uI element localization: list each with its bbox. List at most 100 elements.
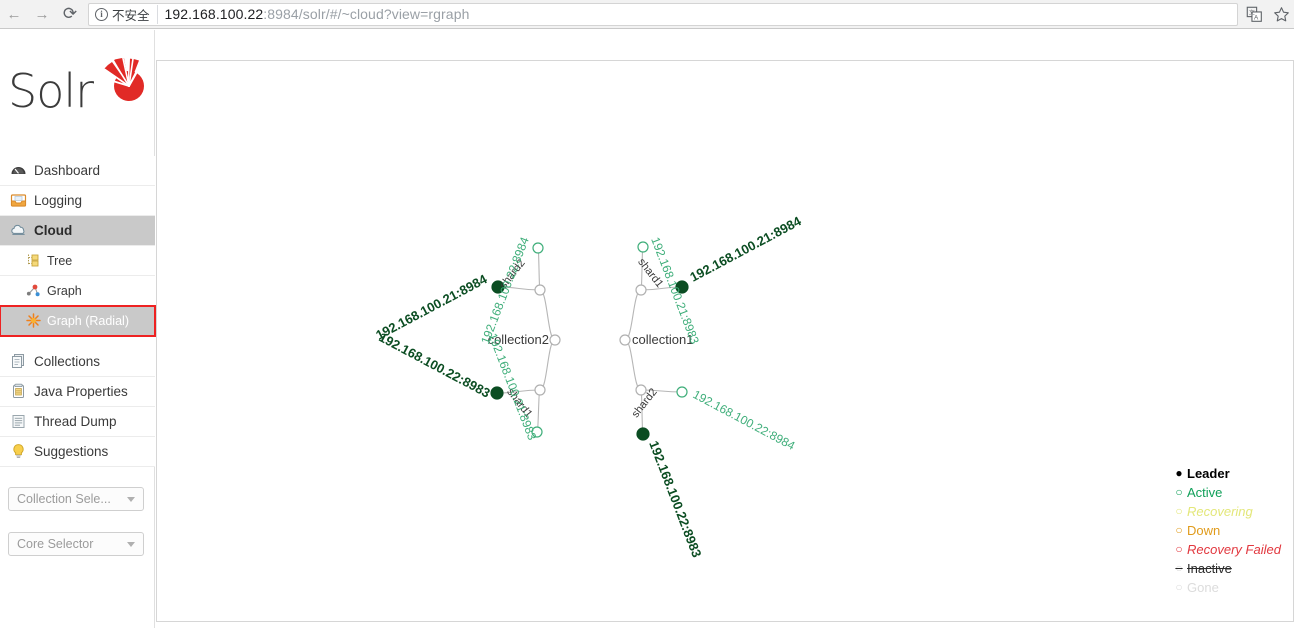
sidebar-item-cloud[interactable]: Cloud — [0, 216, 155, 246]
shard-node[interactable] — [534, 284, 546, 296]
legend-label: Recovery Failed — [1187, 542, 1281, 557]
graph-legend: ● Leader ○ Active ○ Recovering ○ Down ○ Recovery … — [1171, 464, 1293, 597]
thread-dump-icon — [10, 413, 27, 430]
radial-graph[interactable]: collection2shard2192.168.100.22:8984192.… — [157, 61, 1294, 622]
legend-marker-icon: ○ — [1175, 523, 1183, 537]
sidebar-item-tree[interactable]: Tree — [0, 246, 155, 276]
security-label: 不安全 — [112, 8, 150, 23]
shard-node[interactable] — [534, 384, 546, 396]
graph-link — [624, 339, 642, 391]
sidebar-item-label: Graph (Radial) — [47, 313, 129, 328]
reload-button[interactable]: ⟳ — [56, 0, 84, 28]
dashboard-icon — [10, 162, 27, 179]
address-bar[interactable]: i 不安全 192.168.100.22:8984/solr/#/~cloud?… — [88, 2, 1238, 26]
url-host: 192.168.100.22 — [164, 6, 264, 22]
graph-link — [537, 247, 541, 291]
legend-label: Inactive — [1187, 561, 1232, 576]
sidebar-item-label: Java Properties — [34, 384, 128, 399]
browser-toolbar: ← → ⟳ i 不安全 192.168.100.22:8984/solr/#/~… — [0, 0, 1294, 29]
forward-button[interactable]: → — [28, 0, 56, 28]
replica-node[interactable] — [637, 241, 649, 253]
core-selector[interactable]: Core Selector — [8, 532, 144, 556]
sidebar-item-label: Collections — [34, 354, 101, 369]
sidebar-item-label: Thread Dump — [34, 414, 117, 429]
legend-marker-icon: ○ — [1175, 542, 1183, 556]
replica-node[interactable] — [532, 242, 544, 254]
suggestions-icon — [10, 443, 27, 460]
url-path: :8984/solr/#/~cloud?view=rgraph — [263, 6, 470, 22]
tree-icon — [26, 253, 41, 268]
collection-selector-label: Collection Sele... — [17, 492, 111, 506]
replica-label: 192.168.100.22:8983 — [376, 329, 492, 400]
legend-label: Active — [1187, 485, 1223, 500]
graph-radial-icon — [26, 313, 41, 328]
solr-logo[interactable]: Solr — [8, 58, 148, 120]
logging-icon — [10, 192, 27, 209]
collection-node[interactable] — [619, 334, 631, 346]
url-text: 192.168.100.22:8984/solr/#/~cloud?view=r… — [165, 6, 470, 22]
legend-marker-icon: ○ — [1175, 561, 1183, 575]
legend-marker-icon: ○ — [1175, 485, 1183, 499]
graph-labels: collection2shard2192.168.100.22:8984192.… — [373, 213, 804, 559]
collection-node[interactable] — [549, 334, 561, 346]
sidebar-item-suggestions[interactable]: Suggestions — [0, 437, 155, 467]
sidebar-item-label: Suggestions — [34, 444, 109, 459]
sidebar-item-thread-dump[interactable]: Thread Dump — [0, 407, 155, 437]
legend-row: ○ Gone — [1171, 578, 1293, 597]
legend-marker-icon: ○ — [1175, 580, 1183, 594]
collection-selector[interactable]: Collection Sele... — [8, 487, 144, 511]
sidebar-nav: Dashboard Logging Cloud Tree Graph Graph… — [0, 156, 156, 467]
sidebar-item-label: Tree — [47, 253, 73, 268]
solr-wordmark: Solr — [8, 64, 94, 118]
sidebar-item-label: Logging — [34, 193, 83, 208]
legend-label: Recovering — [1187, 504, 1253, 519]
java-properties-icon — [10, 383, 27, 400]
sidebar-item-label: Cloud — [34, 223, 73, 238]
sidebar-item-label: Graph — [47, 283, 82, 298]
legend-label: Down — [1187, 523, 1221, 538]
replica-label: 192.168.100.21:8983 — [648, 235, 702, 346]
sidebar-item-graph[interactable]: Graph — [0, 276, 155, 306]
core-selector-label: Core Selector — [17, 537, 94, 551]
chevron-down-icon — [127, 541, 135, 547]
sidebar-item-collections[interactable]: Collections — [0, 347, 155, 377]
sidebar-item-logging[interactable]: Logging — [0, 186, 155, 216]
legend-marker-icon: ● — [1175, 466, 1183, 480]
replica-label: 192.168.100.22:8983 — [646, 439, 704, 560]
solr-sunburst-icon — [102, 58, 144, 101]
sidebar-item-graph-radial[interactable]: Graph (Radial) — [0, 305, 156, 337]
security-chip[interactable]: i 不安全 — [95, 4, 158, 24]
sidebar-item-java-properties[interactable]: Java Properties — [0, 377, 155, 407]
legend-row: ○ Recovering — [1171, 502, 1293, 521]
legend-row: ● Leader — [1171, 464, 1293, 483]
legend-row: ○ Inactive — [1171, 559, 1293, 578]
graph-link — [536, 389, 541, 433]
star-icon[interactable] — [1273, 6, 1290, 23]
graph-link — [539, 339, 556, 391]
collections-icon — [10, 353, 27, 370]
sidebar-item-label: Dashboard — [34, 163, 101, 178]
replica-label: 192.168.100.22:8984 — [478, 235, 532, 346]
replica-node[interactable] — [676, 386, 688, 398]
sidebar-divider — [0, 336, 155, 347]
cloud-graph-panel: collection2 shard2 192.168.100.22:8984 192.… — [156, 60, 1294, 622]
legend-label: Gone — [1187, 580, 1219, 595]
cloud-icon — [10, 222, 27, 239]
graph-icon — [26, 283, 41, 298]
replica-label: 192.168.100.21:8984 — [687, 213, 804, 285]
replica-node-leader[interactable] — [490, 386, 504, 400]
legend-marker-icon: ○ — [1175, 504, 1183, 518]
collection-label: collection1 — [632, 332, 693, 347]
sidebar: Solr Dashboard Logging Cloud Tree Graph … — [0, 30, 156, 628]
sidebar-item-dashboard[interactable]: Dashboard — [0, 156, 155, 186]
svg-text:文: 文 — [1249, 8, 1255, 16]
replica-node-leader[interactable] — [636, 427, 650, 441]
translate-icon[interactable]: A 文 — [1246, 6, 1263, 23]
back-button[interactable]: ← — [0, 0, 28, 28]
replica-label: 192.168.100.22:8984 — [691, 387, 798, 453]
chevron-down-icon — [127, 496, 135, 502]
legend-row: ○ Active — [1171, 483, 1293, 502]
replica-label: 192.168.100.21:8984 — [373, 271, 490, 343]
shard-node[interactable] — [635, 284, 647, 296]
info-icon: i — [95, 7, 108, 21]
